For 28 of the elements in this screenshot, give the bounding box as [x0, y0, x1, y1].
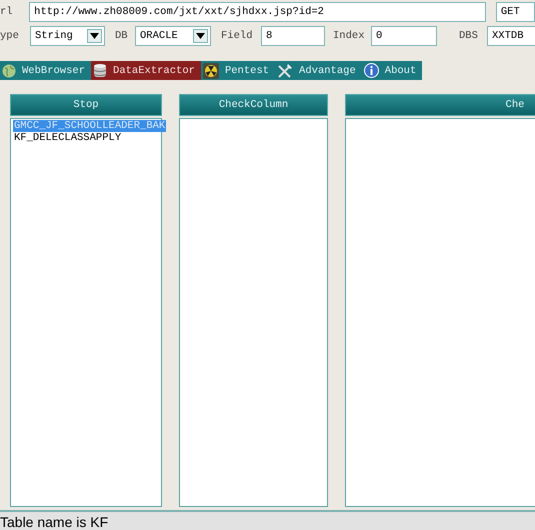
input-field[interactable]: XXTDB	[487, 26, 535, 46]
info-icon	[364, 63, 379, 78]
tab[interactable]: Advantage	[275, 61, 362, 80]
column-header: Stop	[10, 94, 162, 116]
dropdown[interactable]: ORACLE	[135, 26, 211, 46]
column-header: Che	[345, 94, 535, 116]
radiation-icon	[202, 62, 219, 78]
input-field[interactable]: 0	[371, 26, 437, 46]
tab[interactable]: DataExtractor	[91, 61, 201, 80]
method-dropdown[interactable]: GET	[496, 2, 535, 22]
status-text: Table name is KF	[0, 514, 108, 530]
field-label: DB	[115, 30, 129, 42]
tab[interactable]: Pentest	[200, 61, 276, 80]
globe-icon	[2, 64, 16, 78]
tab[interactable]: WebBrowser	[0, 61, 92, 80]
tab[interactable]: About	[362, 61, 422, 80]
url-label: rl	[0, 6, 14, 18]
field-label: Index	[333, 30, 366, 42]
field-label: Field	[221, 30, 254, 42]
input-field[interactable]: 8	[261, 26, 325, 46]
url-field[interactable]: http://www.zh08009.com/jxt/xxt/sjhdxx.jsp?id=2	[29, 2, 486, 22]
field-label: ype	[0, 30, 20, 42]
tools-icon	[277, 62, 294, 78]
list-item[interactable]: KF_DELECLASSAPPLY	[13, 132, 122, 144]
column-header: CheckColumn	[179, 94, 328, 116]
field-label: DBS	[459, 30, 479, 42]
dropdown[interactable]: String	[30, 26, 105, 46]
database-icon	[93, 62, 108, 78]
